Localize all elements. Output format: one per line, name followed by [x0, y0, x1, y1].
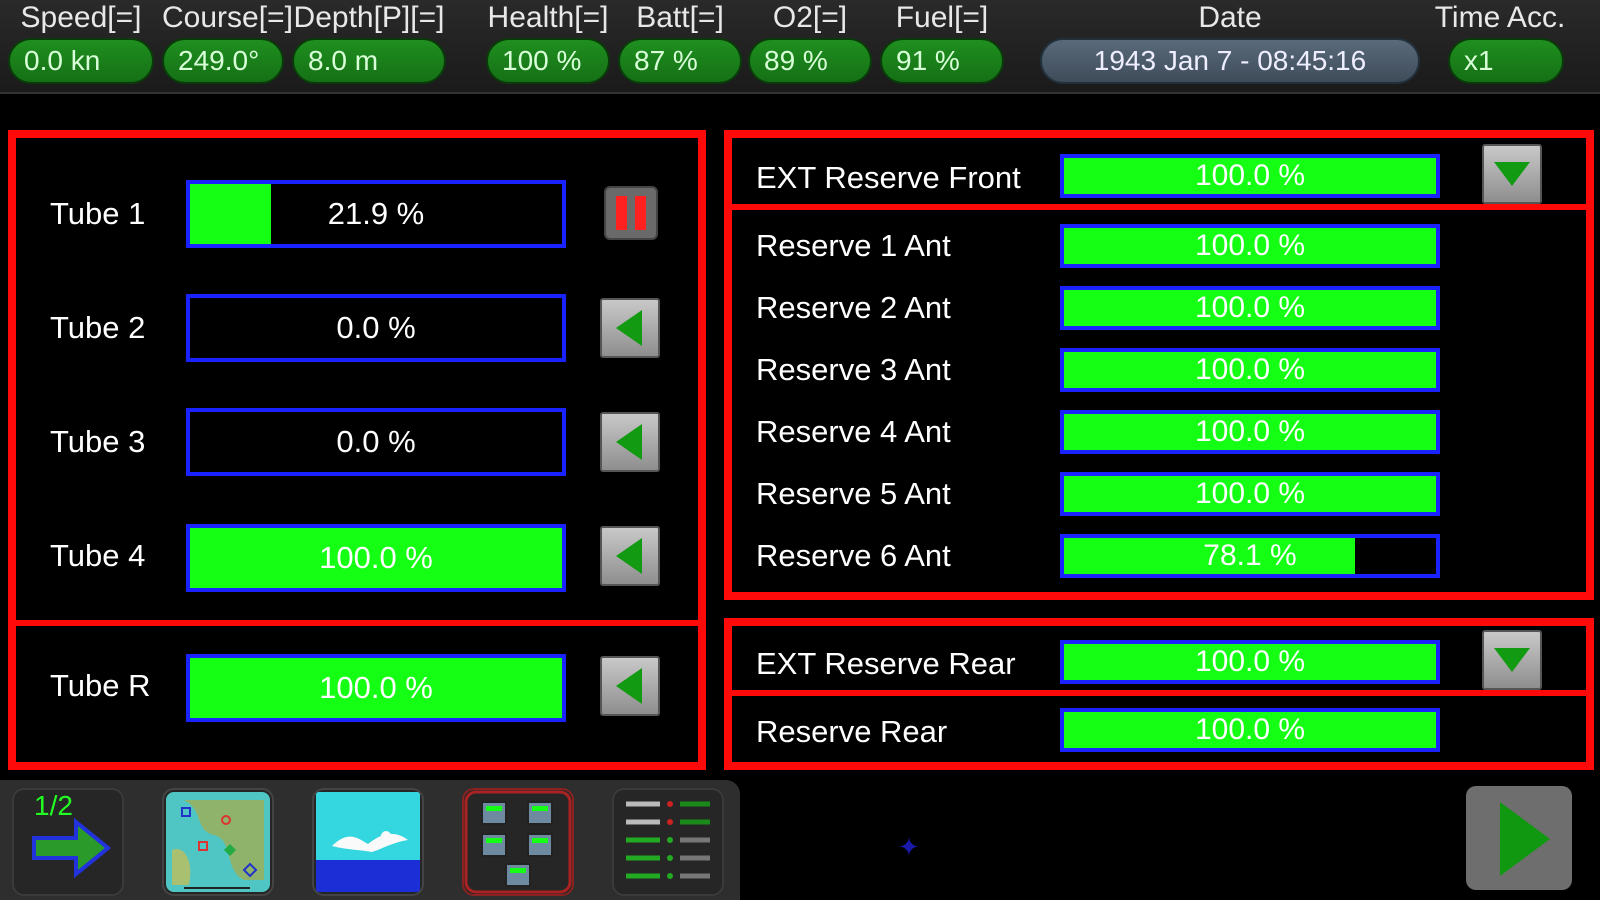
arrow-left-icon: [616, 668, 642, 704]
ext-reserve-rear-bar: 100.0 %: [1060, 640, 1440, 684]
chevron-down-icon: [1494, 162, 1530, 186]
date-label: Date: [1198, 1, 1262, 34]
reserve-label: Reserve 1 Ant: [756, 228, 951, 263]
map-marker-icon: ✦: [898, 832, 920, 862]
periscope-view-button[interactable]: [312, 788, 424, 896]
tube-2-load-button[interactable]: [600, 298, 660, 358]
reserve-bar: 100.0 %: [1060, 224, 1440, 268]
ext-reserve-front-text: 100.0 %: [1194, 159, 1306, 192]
gauges-panel-icon: [626, 801, 710, 879]
reserve-bar: 100.0 %: [1060, 286, 1440, 330]
reserve-label: Reserve 6 Ant: [756, 538, 951, 573]
tube-label: Tube 4: [50, 538, 146, 573]
map-icon: [166, 792, 270, 892]
resume-play-button[interactable]: [1466, 786, 1572, 890]
time-acceleration-value[interactable]: x1: [1448, 38, 1564, 84]
reserve-text: 100.0 %: [1194, 415, 1306, 448]
torpedo-room-button[interactable]: [462, 788, 574, 896]
periscope-view-icon: [316, 792, 420, 892]
battery-label: Batt[=]: [636, 1, 724, 34]
tube-label: Tube 1: [50, 196, 146, 231]
tube-load-bar: 21.9 %: [186, 180, 566, 248]
reserve-text: 100.0 %: [1194, 477, 1306, 510]
reserve-text: 100.0 %: [1194, 291, 1306, 324]
tube-4-load-button[interactable]: [600, 526, 660, 586]
oxygen-value[interactable]: 89 %: [748, 38, 872, 84]
ext-reserve-rear-expand-button[interactable]: [1482, 630, 1542, 690]
tube-load-bar: 0.0 %: [186, 408, 566, 476]
arrow-left-icon: [616, 424, 642, 460]
ext-reserve-front-bar: 100.0 %: [1060, 154, 1440, 198]
tube-load-bar: 100.0 %: [186, 524, 566, 592]
tube-load-text: 100.0 %: [319, 540, 433, 575]
date-value[interactable]: 1943 Jan 7 - 08:45:16: [1040, 38, 1420, 84]
tube-load-text: 100.0 %: [319, 670, 433, 705]
health-label: Health[=]: [487, 1, 609, 34]
ext-reserve-rear-text: 100.0 %: [1194, 645, 1306, 678]
ext-reserve-front-expand-button[interactable]: [1482, 144, 1542, 204]
speed-value[interactable]: 0.0 kn: [8, 38, 154, 84]
oxygen-label: O2[=]: [772, 1, 848, 34]
tube-load-text: 0.0 %: [336, 310, 416, 345]
tubes-panel-divider: [16, 620, 698, 626]
depth-value[interactable]: 8.0 m: [292, 38, 446, 84]
reserve-bar: 100.0 %: [1060, 348, 1440, 392]
reserve-label: Reserve 3 Ant: [756, 352, 951, 387]
reserve-label: Reserve Rear: [756, 714, 948, 749]
rear-reserve-divider: [732, 690, 1586, 696]
ext-reserve-rear-label: EXT Reserve Rear: [756, 646, 1016, 681]
pause-icon: [616, 196, 646, 230]
health-value[interactable]: 100 %: [486, 38, 610, 84]
page-indicator: 1/2: [34, 790, 73, 821]
reserve-bar: 78.1 %: [1060, 534, 1440, 578]
front-reserve-divider: [732, 204, 1586, 210]
course-label: Course[=]: [162, 1, 293, 34]
battery-value[interactable]: 87 %: [618, 38, 742, 84]
reserve-bar: 100.0 %: [1060, 708, 1440, 752]
tube-label: Tube R: [50, 668, 151, 703]
reserve-text: 100.0 %: [1194, 229, 1306, 262]
tube-label: Tube 3: [50, 424, 146, 459]
reserve-text: 100.0 %: [1194, 713, 1306, 746]
fuel-label: Fuel[=]: [895, 1, 989, 34]
tube-load-text: 0.0 %: [336, 424, 416, 459]
gauges-panel-button[interactable]: [612, 788, 724, 896]
time-acceleration-label: Time Acc.: [1434, 1, 1566, 34]
bottom-toolbar: 1/2: [0, 780, 740, 900]
reserve-label: Reserve 5 Ant: [756, 476, 951, 511]
reserve-bar: 100.0 %: [1060, 472, 1440, 516]
arrow-left-icon: [616, 538, 642, 574]
next-page-button[interactable]: 1/2: [12, 788, 124, 896]
speed-label: Speed[=]: [20, 1, 142, 34]
tube-r-load-button[interactable]: [600, 656, 660, 716]
torpedo-room-icon: [464, 790, 572, 894]
ext-reserve-front-label: EXT Reserve Front: [756, 160, 1021, 195]
reserve-label: Reserve 4 Ant: [756, 414, 951, 449]
tube-load-bar: 0.0 %: [186, 294, 566, 362]
chevron-down-icon: [1494, 648, 1530, 672]
reserve-text: 100.0 %: [1194, 353, 1306, 386]
tube-1-pause-button[interactable]: [604, 186, 658, 240]
map-button[interactable]: [162, 788, 274, 896]
reserve-label: Reserve 2 Ant: [756, 290, 951, 325]
arrow-left-icon: [616, 310, 642, 346]
tube-load-text: 21.9 %: [327, 196, 425, 231]
play-icon: [1500, 802, 1550, 876]
tube-label: Tube 2: [50, 310, 146, 345]
course-value[interactable]: 249.0°: [162, 38, 284, 84]
tube-3-load-button[interactable]: [600, 412, 660, 472]
fuel-value[interactable]: 91 %: [880, 38, 1004, 84]
status-bar: Speed[=] 0.0 kn Course[=] 249.0° Depth[P…: [0, 0, 1600, 94]
tube-load-bar: 100.0 %: [186, 654, 566, 722]
depth-label: Depth[P][=]: [293, 1, 445, 34]
reserve-bar: 100.0 %: [1060, 410, 1440, 454]
reserve-text: 78.1 %: [1203, 539, 1297, 572]
